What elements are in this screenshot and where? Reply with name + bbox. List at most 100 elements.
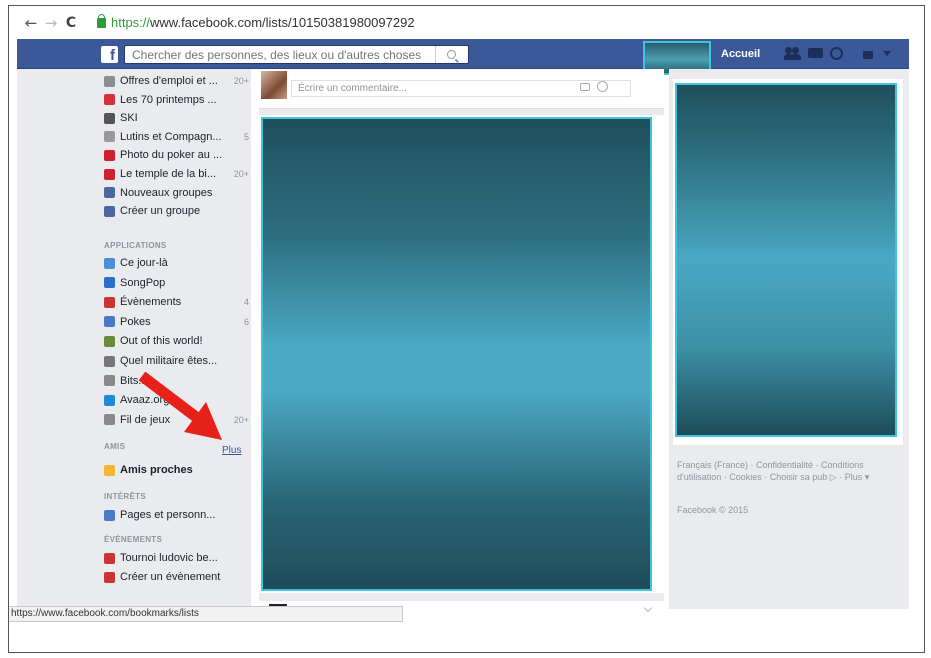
group-photo-icon bbox=[104, 112, 115, 124]
sidebar-item-label: Le temple de la bi... bbox=[120, 168, 217, 180]
clock-icon bbox=[104, 257, 115, 269]
sidebar-item[interactable]: Photo du poker au ... bbox=[104, 147, 249, 163]
groups-icon bbox=[104, 187, 115, 199]
sidebar-item-label: Photo du poker au ... bbox=[120, 149, 223, 162]
chevron-down-icon[interactable] bbox=[643, 603, 653, 613]
sidebar-item-count: 20+ bbox=[233, 414, 249, 425]
sidebar-item-label: Évènements bbox=[120, 296, 182, 309]
sidebar-item[interactable]: Nouveaux groupes bbox=[104, 185, 249, 201]
sidebar-item-label: Ce jour-là bbox=[120, 257, 168, 269]
comment-composer: Écrire un commentaire... bbox=[259, 69, 664, 109]
notifications-globe-icon[interactable] bbox=[830, 47, 845, 61]
game-icon bbox=[104, 335, 115, 347]
address-bar[interactable]: https://www.facebook.com/lists/101503819… bbox=[91, 12, 421, 34]
elf-icon bbox=[104, 131, 115, 143]
friend-requests-icon[interactable] bbox=[784, 47, 802, 61]
sidebar-item-label: Pokes bbox=[120, 315, 151, 328]
sidebar-item-label: SongPop bbox=[120, 276, 166, 289]
search-input[interactable] bbox=[125, 46, 435, 63]
secure-lock-icon bbox=[97, 13, 106, 28]
sidebar-item-label: Offres d'emploi et ... bbox=[120, 75, 218, 87]
avaaz-icon bbox=[104, 394, 115, 406]
search-box bbox=[124, 45, 469, 64]
poke-icon bbox=[104, 316, 115, 328]
events-heading: ÉVÈNEMENTS bbox=[104, 535, 163, 544]
sidebar-item-label: Créer un évènement bbox=[120, 571, 221, 583]
sidebar-item[interactable]: Ce jour-là bbox=[104, 255, 249, 271]
search-button[interactable] bbox=[435, 46, 467, 63]
cup-icon bbox=[104, 149, 115, 161]
sidebar-item[interactable]: Amis proches bbox=[104, 462, 249, 478]
applications-heading: APPLICATIONS bbox=[104, 241, 167, 250]
sidebar-item-label: SKI bbox=[120, 112, 138, 125]
account-menu-caret-icon[interactable] bbox=[882, 47, 892, 61]
interests-heading: INTÉRÊTS bbox=[104, 492, 146, 501]
url-path: www.facebook.com/lists/10150381980097292 bbox=[150, 15, 415, 30]
sidebar-item-count: 6 bbox=[243, 316, 249, 327]
emoji-icon[interactable] bbox=[597, 81, 608, 92]
sidebar-item-label: Amis proches bbox=[120, 464, 193, 476]
forward-button[interactable]: → bbox=[41, 14, 61, 32]
home-link[interactable]: Accueil bbox=[721, 48, 760, 60]
sidebar-item-label: Out of this world! bbox=[120, 335, 203, 348]
avatar[interactable] bbox=[261, 71, 287, 99]
sidebar-item-label: Tournoi ludovic be... bbox=[120, 552, 218, 564]
messages-icon[interactable] bbox=[808, 47, 825, 61]
star-icon bbox=[104, 464, 115, 476]
sidebar-item[interactable]: Quel militaire êtes... bbox=[104, 353, 249, 369]
browser-toolbar: ← → C https://www.facebook.com/lists/101… bbox=[9, 6, 924, 39]
redacted-post-content bbox=[261, 117, 652, 591]
friends-heading: AMIS bbox=[104, 442, 126, 451]
sidebar-item[interactable]: Les 70 printemps ... bbox=[104, 92, 249, 108]
footer-copyright: Facebook © 2015 bbox=[677, 505, 749, 515]
sidebar-item-count: 5 bbox=[243, 131, 249, 142]
sidebar-item-count: 20+ bbox=[233, 76, 249, 86]
chat-bubble-icon bbox=[104, 375, 115, 387]
screenshot-frame: ← → C https://www.facebook.com/lists/101… bbox=[8, 5, 925, 653]
calendar-icon bbox=[104, 296, 115, 308]
sidebar-item[interactable]: Le temple de la bi... 20+ bbox=[104, 166, 249, 182]
url-scheme: https:// bbox=[111, 15, 151, 30]
cup-icon bbox=[104, 168, 115, 180]
redacted-sponsored-content bbox=[675, 83, 897, 437]
sidebar-item[interactable]: SKI bbox=[104, 110, 249, 126]
sidebar-item-label: Lutins et Compagn... bbox=[120, 130, 222, 143]
controller-icon bbox=[104, 414, 115, 426]
facebook-header: f Accueil bbox=[17, 39, 909, 75]
privacy-shortcuts-icon[interactable] bbox=[862, 47, 876, 61]
sidebar-item[interactable]: Lutins et Compagn... 5 bbox=[104, 129, 249, 145]
search-icon bbox=[447, 50, 456, 59]
sidebar-item[interactable]: Créer un évènement bbox=[104, 569, 249, 585]
sidebar-item-count: 4 bbox=[243, 297, 249, 308]
news-feed: Écrire un commentaire... bbox=[259, 69, 664, 621]
sidebar-item[interactable]: SongPop bbox=[104, 275, 249, 291]
annotation-arrow-icon bbox=[138, 371, 222, 440]
left-sidebar: APPLICATIONS AMIS Plus INTÉRÊTS ÉVÈNEMEN… bbox=[17, 69, 251, 609]
facebook-logo[interactable]: f bbox=[101, 46, 118, 63]
sidebar-item-label: Les 70 printemps ... bbox=[120, 93, 217, 106]
sidebar-item-label: Pages et personn... bbox=[120, 509, 216, 521]
calendar-add-icon bbox=[104, 571, 115, 583]
sidebar-item[interactable]: Tournoi ludovic be... bbox=[104, 550, 249, 566]
sidebar-item[interactable]: Offres d'emploi et ... 20+ bbox=[104, 73, 249, 89]
friends-more-link[interactable]: Plus bbox=[222, 445, 241, 456]
reload-button[interactable]: C bbox=[61, 15, 81, 31]
plus-icon bbox=[104, 205, 115, 217]
sponsored-card bbox=[673, 79, 903, 445]
camera-icon[interactable] bbox=[580, 83, 590, 91]
sidebar-item-label: Quel militaire êtes... bbox=[120, 355, 218, 367]
briefcase-icon bbox=[104, 75, 115, 87]
sidebar-item[interactable]: Créer un groupe bbox=[104, 203, 249, 219]
sidebar-item-count: 20+ bbox=[233, 169, 249, 179]
songpop-icon bbox=[104, 277, 115, 289]
footer-links[interactable]: Français (France) · Confidentialité · Co… bbox=[677, 459, 902, 483]
sidebar-item[interactable]: Évènements 4 bbox=[104, 294, 249, 310]
back-button[interactable]: ← bbox=[21, 14, 41, 32]
feed-post bbox=[259, 115, 664, 593]
sidebar-item[interactable]: Out of this world! bbox=[104, 333, 249, 349]
sidebar-item[interactable]: Pokes 6 bbox=[104, 314, 249, 330]
calendar-icon bbox=[104, 552, 115, 564]
sidebar-item-label: Nouveaux groupes bbox=[120, 186, 213, 199]
right-sidebar: Français (France) · Confidentialité · Co… bbox=[669, 69, 909, 609]
sidebar-item[interactable]: Pages et personn... bbox=[104, 507, 249, 523]
